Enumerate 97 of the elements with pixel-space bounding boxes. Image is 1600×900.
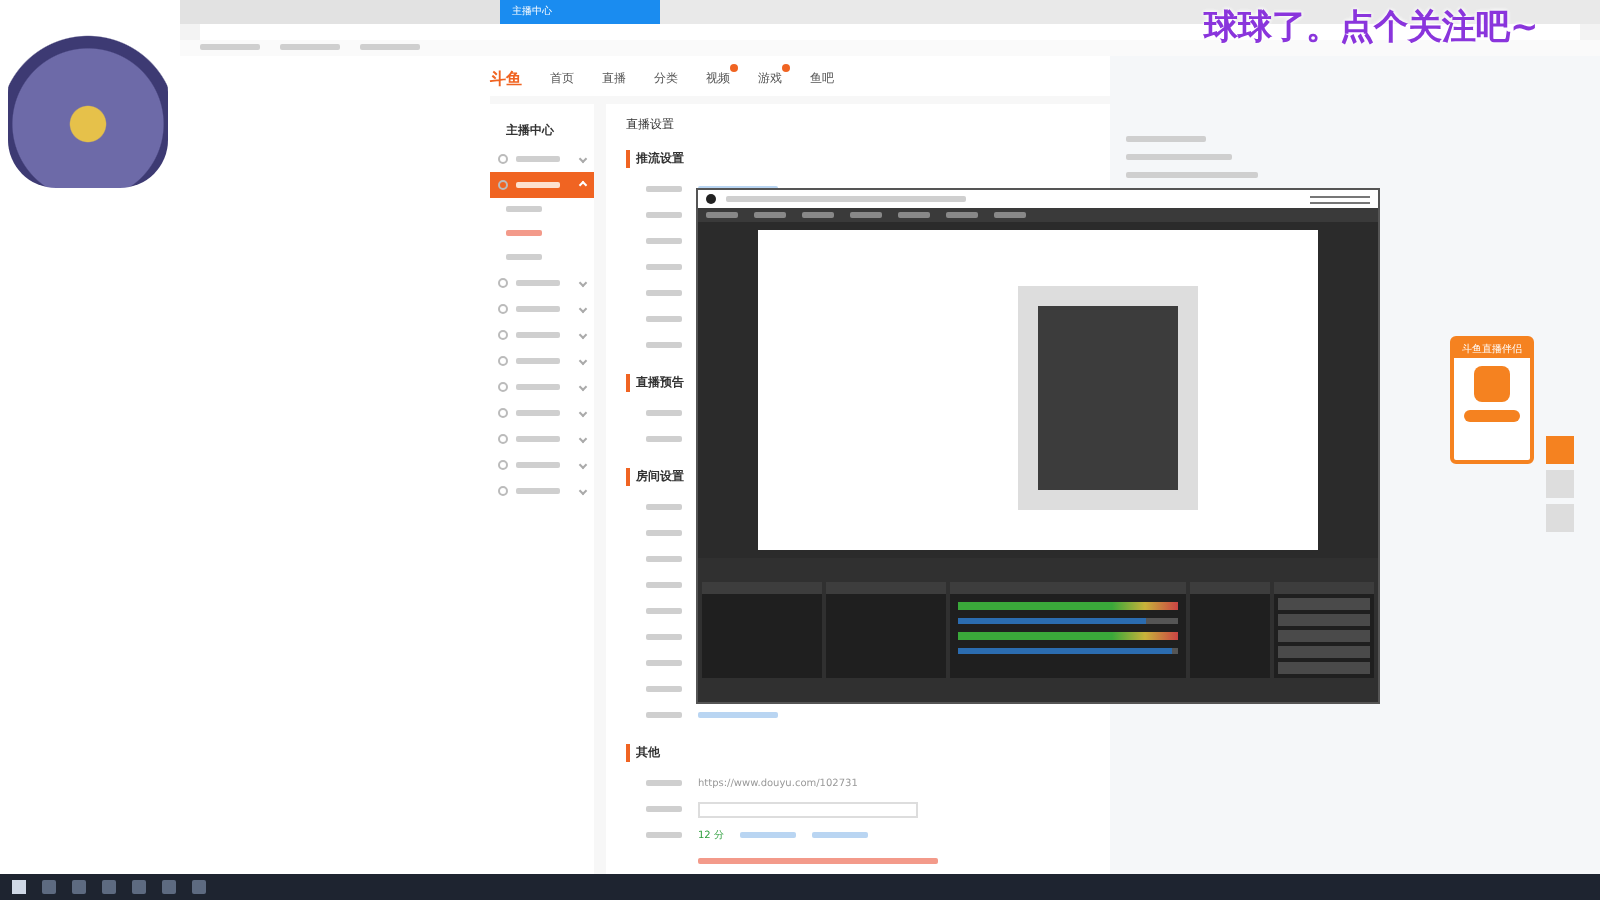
blurred-text [646,660,682,666]
blurred-text [646,530,682,536]
overlay-caption: 球球了。点个关注吧~ [1204,6,1539,50]
blurred-text [506,206,542,212]
blurred-text [646,316,682,322]
blurred-text [646,436,682,442]
download-button[interactable] [1464,410,1520,422]
blurred-text [280,44,340,50]
chevron-icon [578,434,588,444]
menu-icon [498,460,508,470]
dock-panel [702,582,822,678]
menu-icon [498,382,508,392]
blurred-text [360,44,420,50]
menu-icon [498,304,508,314]
blurred-text [506,230,542,236]
blurred-text [946,212,978,219]
menu-icon [498,180,508,190]
blurred-text [850,212,882,219]
taskbar-app-icon[interactable] [102,880,116,894]
menu-icon [498,486,508,496]
chevron-icon [578,278,588,288]
sidebar-item[interactable] [490,172,594,198]
control-button[interactable] [1278,614,1370,626]
control-button[interactable] [1278,598,1370,610]
control-button[interactable] [1278,646,1370,658]
chevron-icon [578,180,588,190]
taskbar-app-icon[interactable] [192,880,206,894]
blurred-text [739,832,796,838]
app-logo-icon [1474,366,1510,402]
taskbar-app-icon[interactable] [42,880,56,894]
menu-icon [498,330,508,340]
windows-icon[interactable] [12,880,26,894]
blurred-text [646,290,682,296]
blurred-text [516,156,560,162]
blurred-text [706,212,738,219]
blurred-text [1126,172,1258,178]
blurred-text [646,410,682,416]
dock-panel [826,582,946,678]
blurred-text [516,280,560,286]
control-button[interactable] [1278,662,1370,674]
blurred-text [516,436,560,442]
url-input[interactable] [698,801,918,817]
blurred-text [200,44,260,50]
chevron-icon [578,486,588,496]
blurred-text [646,712,682,718]
blurred-text [646,806,682,812]
chevron-icon [578,460,588,470]
chevron-icon [578,330,588,340]
control-button[interactable] [1278,630,1370,642]
taskbar-app-icon[interactable] [72,880,86,894]
menu-icon [498,408,508,418]
taskbar-app-icon[interactable] [132,880,146,894]
blurred-text [646,212,682,218]
blurred-text [646,634,682,640]
menu-icon [498,356,508,366]
blurred-text [994,212,1026,219]
blurred-text [811,832,868,838]
blurred-text [646,582,682,588]
blurred-text [516,384,560,390]
chevron-icon [578,382,588,392]
blurred-text [516,410,560,416]
blurred-text [516,462,560,468]
window-controls-drawing [1310,195,1370,204]
blurred-text [646,556,682,562]
browser-tab[interactable] [180,0,340,24]
blurred-text [506,254,542,260]
blurred-text [646,780,682,786]
blurred-text [1126,136,1206,142]
blurred-text [646,686,682,692]
menu-icon [498,434,508,444]
chevron-icon [578,408,588,418]
menu-icon [498,278,508,288]
blurred-text [646,342,682,348]
blurred-text [516,488,560,494]
blurred-text [516,332,560,338]
taskbar-app-icon[interactable] [162,880,176,894]
blurred-text [1126,154,1232,160]
dock-panel [1190,582,1270,678]
blurred-text [646,504,682,510]
blurred-text [754,212,786,219]
blurred-text [516,182,560,188]
menu-icon [498,154,508,164]
chevron-icon [578,356,588,366]
app-icon [706,194,716,205]
blurred-text [646,264,682,270]
blurred-text [802,212,834,219]
blurred-text [646,186,682,192]
chevron-icon [578,154,588,164]
blurred-text [516,358,560,364]
blurred-text [698,712,778,718]
blurred-text [646,608,682,614]
blurred-text [646,832,682,838]
blurred-text [646,238,682,244]
browser-tab[interactable] [340,0,500,24]
blurred-text [516,306,560,312]
chevron-icon [578,304,588,314]
blurred-text [898,212,930,219]
